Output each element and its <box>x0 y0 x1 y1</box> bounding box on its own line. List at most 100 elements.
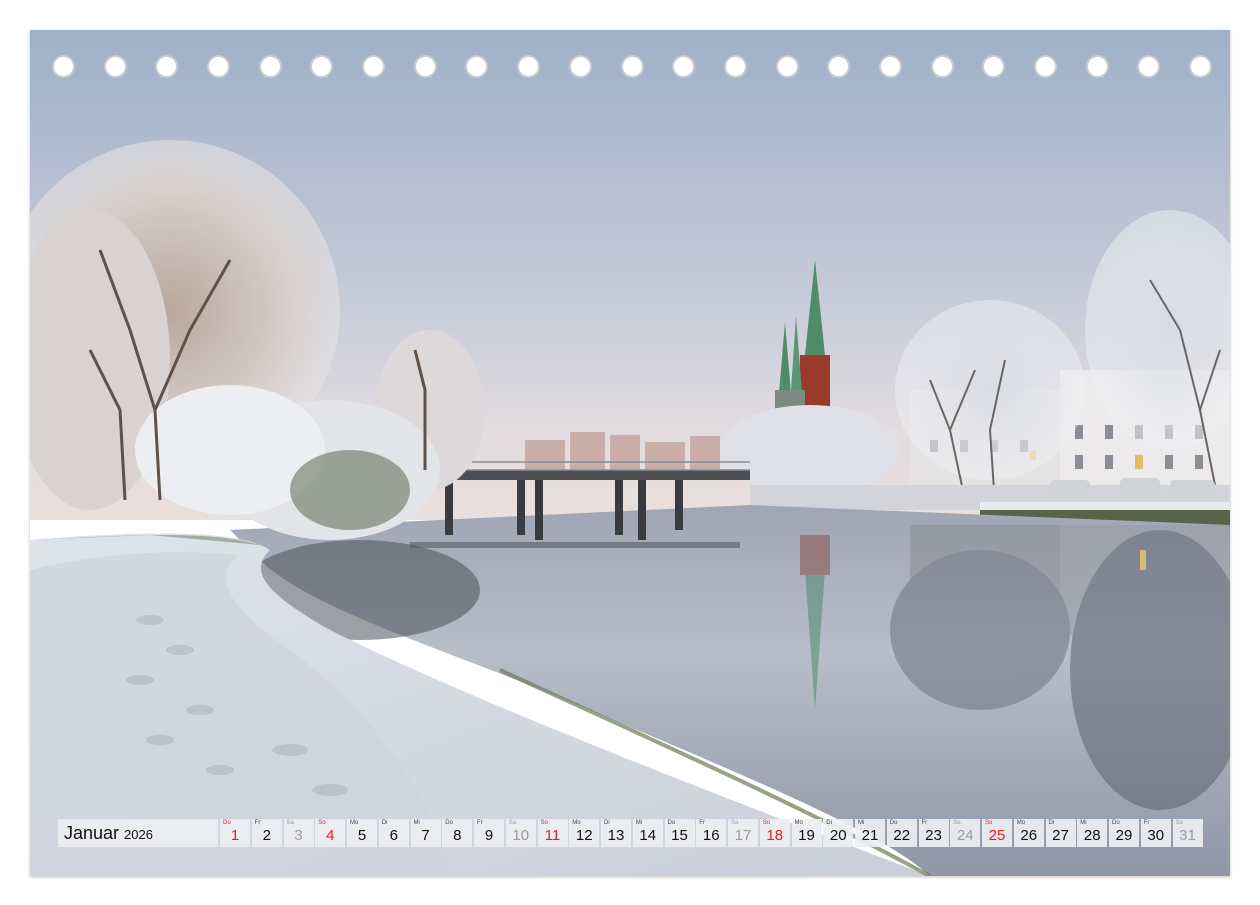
weekday-label: Mi <box>1080 820 1087 826</box>
binding-holes <box>52 55 1212 79</box>
day-number: 28 <box>1083 827 1101 844</box>
day-cell: Fr 30 <box>1140 819 1171 847</box>
binding-hole <box>517 55 541 78</box>
weekday-label: Do <box>889 820 898 826</box>
weekday-label: So <box>318 820 326 826</box>
weekday-label: So <box>985 820 993 826</box>
day-number: 29 <box>1115 827 1133 844</box>
day-cell: Di 6 <box>378 819 409 847</box>
day-cell: Do 1 <box>220 819 250 847</box>
calendar-strip: Januar 2026 Do 1 Fr 2 Sa 3 So 4 Mo 5 Di 6 Mi 7 Do 8 Fr 9 S… <box>58 819 1203 847</box>
day-cell: Mo 26 <box>1013 819 1044 847</box>
day-number: 27 <box>1052 827 1069 844</box>
weekday-label: So <box>540 820 548 826</box>
binding-hole <box>310 55 334 78</box>
binding-hole <box>258 55 282 78</box>
binding-hole <box>362 55 386 78</box>
month-year: 2026 <box>124 827 153 842</box>
day-cell: Di 27 <box>1045 819 1076 847</box>
weekday-label: Do <box>445 820 453 826</box>
weekday-label: Di <box>381 820 388 826</box>
day-number: 1 <box>230 827 240 844</box>
day-number: 5 <box>357 827 367 844</box>
weekday-label: Do <box>1112 820 1120 826</box>
day-number: 12 <box>575 827 593 844</box>
weekday-label: So <box>762 820 771 826</box>
weekday-label: Do <box>667 820 676 826</box>
weekday-label: Sa <box>731 820 739 826</box>
binding-hole <box>465 55 489 78</box>
weekday-label: Fr <box>254 820 261 826</box>
day-cell: Sa 24 <box>950 819 981 847</box>
day-cell: Sa 31 <box>1172 819 1203 847</box>
binding-hole <box>930 55 954 78</box>
day-cell: Do 8 <box>442 819 473 847</box>
binding-hole <box>1085 55 1109 78</box>
weekday-label: Do <box>223 820 231 826</box>
day-cell: Do 15 <box>664 819 695 847</box>
day-number: 9 <box>484 827 494 844</box>
day-number: 8 <box>453 827 462 844</box>
calendar-page: Januar 2026 Do 1 Fr 2 Sa 3 So 4 Mo 5 Di 6 Mi 7 Do 8 Fr 9 S… <box>30 30 1230 876</box>
day-cell: Do 22 <box>886 819 917 847</box>
binding-hole <box>413 55 437 78</box>
binding-hole <box>1189 55 1212 78</box>
day-cell: Fr 16 <box>696 819 727 847</box>
day-number: 4 <box>326 827 335 844</box>
day-cell: Fr 2 <box>251 819 282 847</box>
binding-hole <box>1137 55 1161 78</box>
weekday-label: Mi <box>635 820 643 826</box>
binding-hole <box>672 55 696 78</box>
binding-hole <box>52 55 75 78</box>
weekday-label: Di <box>826 820 832 826</box>
day-cell: Fr 23 <box>918 819 949 847</box>
weekday-label: Mi <box>413 820 420 826</box>
binding-hole <box>982 55 1006 78</box>
binding-hole <box>620 55 644 78</box>
day-cell: Sa 3 <box>283 819 314 847</box>
day-cell: Mo 19 <box>791 819 822 847</box>
day-number: 7 <box>421 827 430 844</box>
weekday-label: Mi <box>858 820 865 826</box>
day-number: 16 <box>702 827 720 844</box>
binding-hole <box>103 55 127 78</box>
weekday-label: Fr <box>477 820 483 826</box>
binding-hole <box>155 55 179 78</box>
day-cell: So 11 <box>537 819 568 847</box>
weekday-label: Mo <box>350 820 359 826</box>
day-number: 11 <box>544 827 561 844</box>
weekday-label: Fr <box>1143 820 1150 826</box>
day-cell: So 4 <box>315 819 346 847</box>
day-number: 3 <box>294 827 303 844</box>
weekday-label: Sa <box>508 820 517 826</box>
day-number: 2 <box>262 827 271 844</box>
day-cell: Sa 17 <box>728 819 758 847</box>
day-number: 31 <box>1179 827 1196 844</box>
weekday-label: Di <box>604 820 610 826</box>
day-cell: Di 20 <box>823 819 854 847</box>
day-cell: So 18 <box>759 819 790 847</box>
day-number: 18 <box>766 827 784 844</box>
day-number: 19 <box>798 827 815 844</box>
day-cell: Mi 28 <box>1077 819 1108 847</box>
weekday-label: Mo <box>1016 820 1026 826</box>
binding-hole <box>878 55 902 78</box>
day-number: 30 <box>1147 827 1165 844</box>
day-cell: Do 29 <box>1109 819 1139 847</box>
weekday-label: Mo <box>794 820 803 826</box>
binding-hole <box>827 55 851 78</box>
day-cell: Mi 14 <box>632 819 663 847</box>
weekday-label: Sa <box>286 820 294 826</box>
winter-river-photo <box>30 30 1230 876</box>
binding-hole <box>207 55 231 78</box>
day-cell: Mo 12 <box>569 819 600 847</box>
weekday-label: Mo <box>572 820 581 826</box>
day-number: 6 <box>389 827 398 844</box>
day-number: 21 <box>861 827 879 844</box>
day-cell: Mi 7 <box>410 819 441 847</box>
day-cell: Fr 9 <box>474 819 504 847</box>
weekday-label: Fr <box>699 820 705 826</box>
month-name: Januar <box>64 822 120 843</box>
day-number: 20 <box>829 827 847 844</box>
binding-hole <box>568 55 592 78</box>
